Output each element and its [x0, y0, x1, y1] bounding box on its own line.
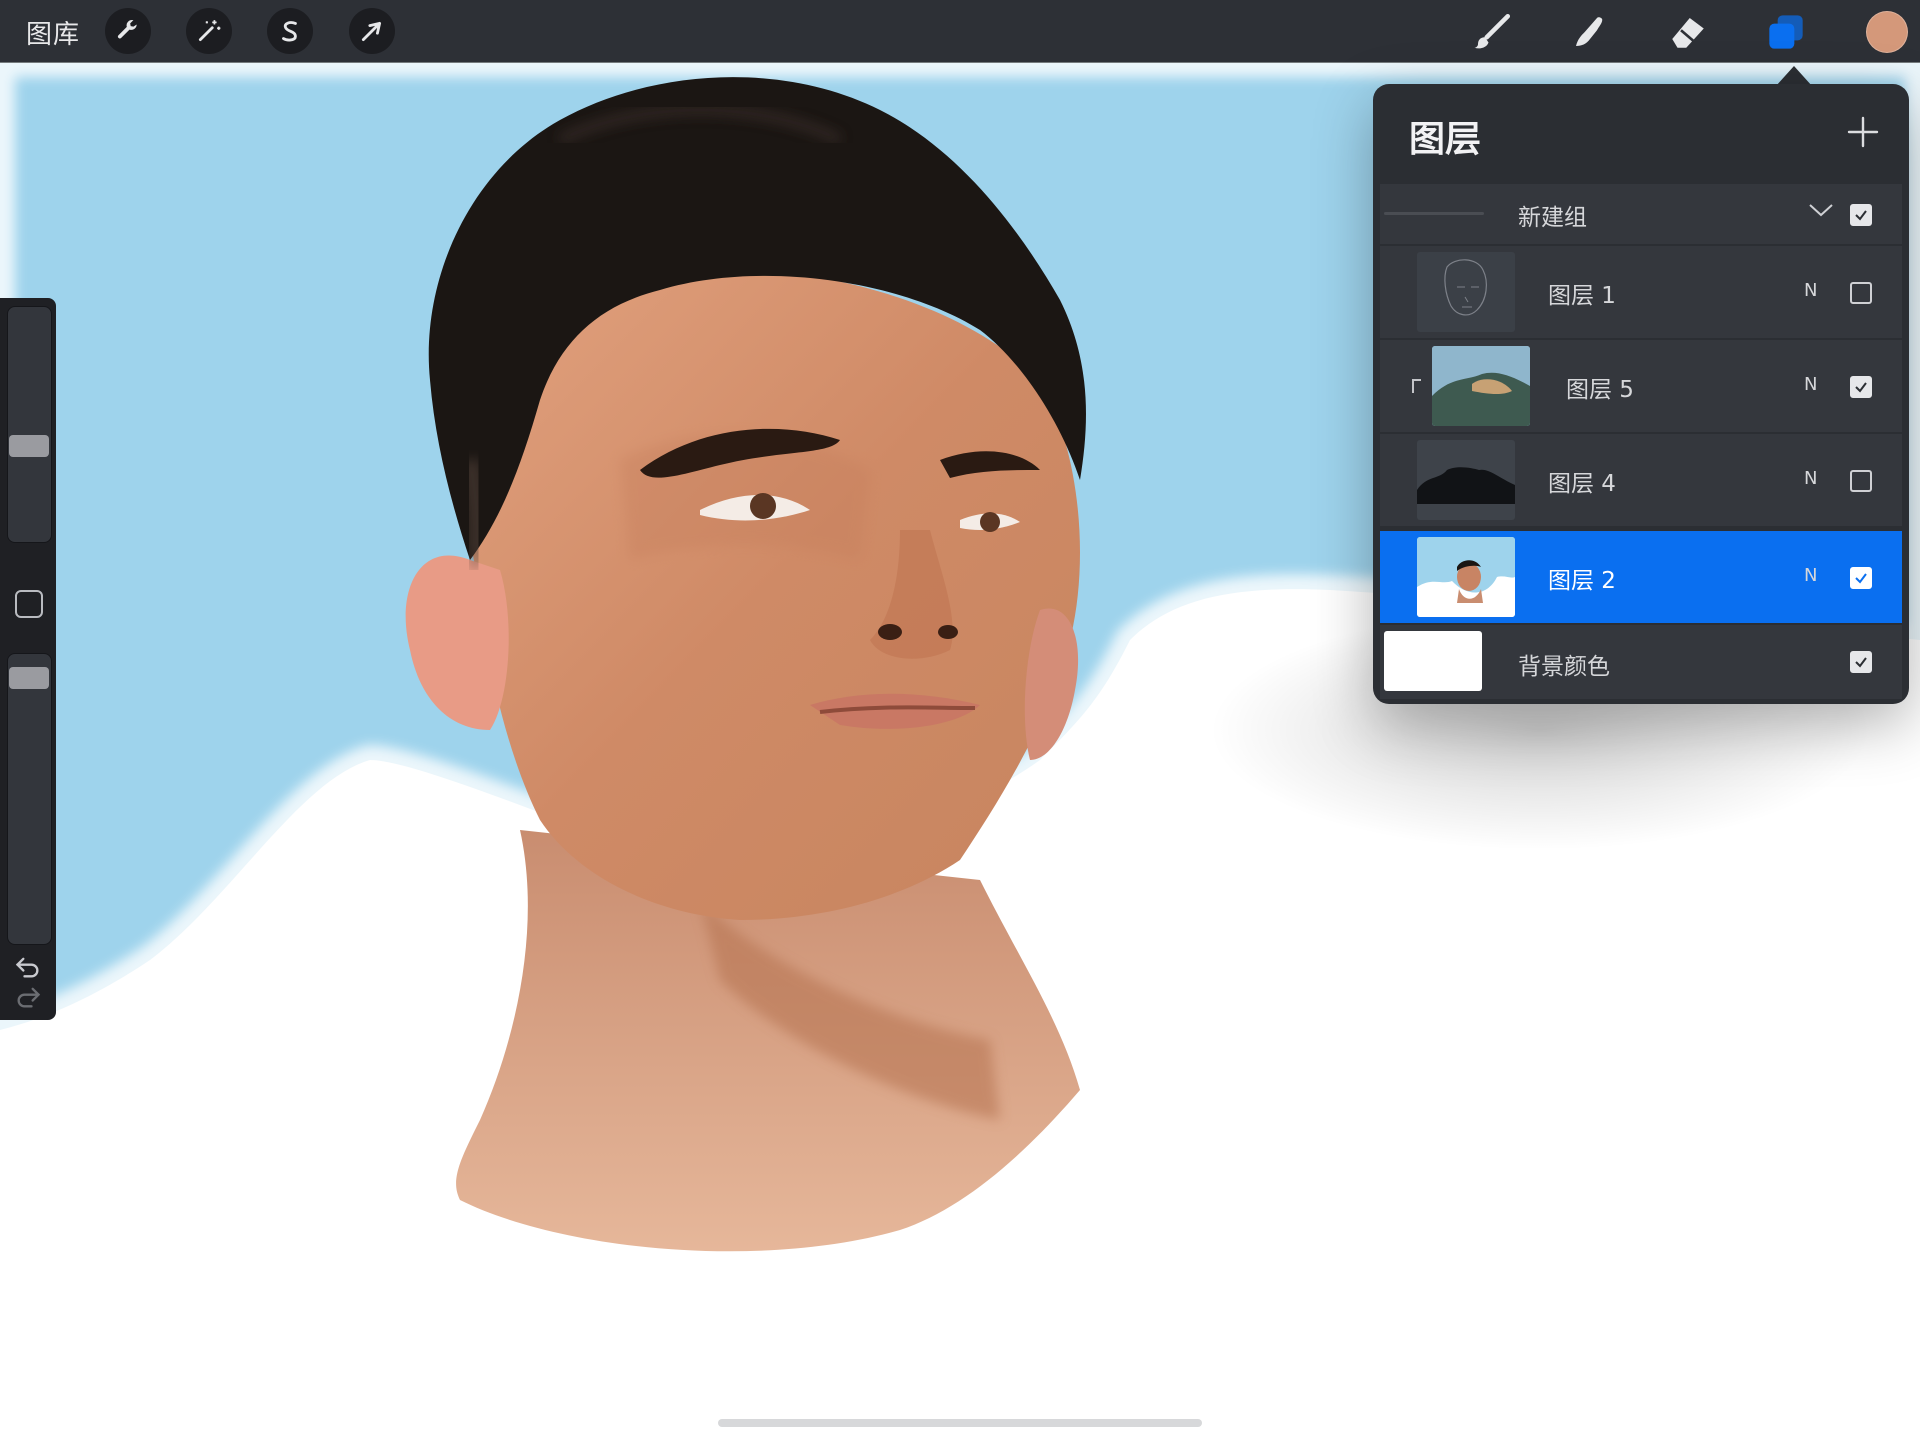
background-color-thumbnail[interactable]: [1384, 631, 1482, 691]
opacity-slider-thumb[interactable]: [9, 667, 49, 689]
brush-size-slider-thumb[interactable]: [9, 435, 49, 457]
background-color-name: 背景颜色: [1518, 654, 1610, 680]
layer-visibility-checkbox-5[interactable]: [1850, 376, 1872, 398]
eraser-icon[interactable]: [1664, 8, 1712, 56]
layer-name-1: 图层 1: [1548, 283, 1616, 309]
layer-blend-mode-5[interactable]: N: [1804, 374, 1817, 395]
layer-blend-mode-1[interactable]: N: [1804, 280, 1817, 301]
layer-row-4[interactable]: 图层 4 N: [1380, 434, 1902, 526]
selection-s-icon[interactable]: [267, 8, 313, 54]
layer-thumbnail-5: [1432, 346, 1530, 426]
plus-icon[interactable]: [1843, 112, 1883, 152]
gallery-button[interactable]: 图库: [26, 14, 80, 51]
home-indicator: [718, 1419, 1202, 1427]
layer-name-2: 图层 2: [1548, 568, 1616, 594]
chevron-down-icon[interactable]: [1808, 200, 1834, 220]
layer-thumbnail-1: [1417, 252, 1515, 332]
layer-thumbnail-4: [1417, 440, 1515, 520]
brush-icon[interactable]: [1468, 8, 1516, 56]
layer-visibility-checkbox-2[interactable]: [1850, 567, 1872, 589]
brush-size-slider[interactable]: [7, 306, 52, 543]
arrow-cursor-icon[interactable]: [349, 8, 395, 54]
color-picker-swatch[interactable]: [1866, 11, 1908, 53]
left-sidebar: [0, 298, 56, 1020]
layer-blend-mode-4[interactable]: N: [1804, 468, 1817, 489]
square-icon[interactable]: [15, 590, 43, 618]
background-color-row[interactable]: 背景颜色: [1380, 625, 1902, 699]
layer-visibility-checkbox-4[interactable]: [1850, 470, 1872, 492]
layer-row-2[interactable]: 图层 2 N: [1380, 531, 1902, 623]
layer-blend-mode-2[interactable]: N: [1804, 565, 1817, 586]
layer-thumbnail-2: [1417, 537, 1515, 617]
layer-group-name: 新建组: [1518, 205, 1587, 231]
smudge-finger-icon[interactable]: [1566, 8, 1614, 56]
wrench-icon[interactable]: [105, 8, 151, 54]
group-visibility-checkbox[interactable]: [1850, 204, 1872, 226]
layer-visibility-checkbox-1[interactable]: [1850, 282, 1872, 304]
layer-name-5: 图层 5: [1566, 377, 1634, 403]
layers-panel-caret: [1776, 66, 1812, 86]
opacity-slider[interactable]: [7, 653, 52, 945]
magic-wand-icon[interactable]: [186, 8, 232, 54]
layers-panel-title: 图层: [1409, 119, 1482, 160]
layers-icon[interactable]: [1762, 8, 1810, 56]
layers-panel: 图层 新建组 图层 1 N 图层 5 N 图层 4 N 图层 2 N 背景颜色: [1373, 84, 1909, 704]
redo-icon[interactable]: [14, 983, 42, 1015]
layer-row-5[interactable]: 图层 5 N: [1380, 340, 1902, 432]
layer-group-row[interactable]: 新建组: [1380, 184, 1902, 244]
layer-row-1[interactable]: 图层 1 N: [1380, 246, 1902, 338]
top-toolbar: 图库: [0, 0, 1920, 62]
group-thumbnail-line: [1384, 212, 1484, 215]
layer-name-4: 图层 4: [1548, 471, 1616, 497]
undo-icon[interactable]: [14, 953, 42, 985]
background-visibility-checkbox[interactable]: [1850, 651, 1872, 673]
clipping-mask-icon: [1412, 379, 1421, 393]
